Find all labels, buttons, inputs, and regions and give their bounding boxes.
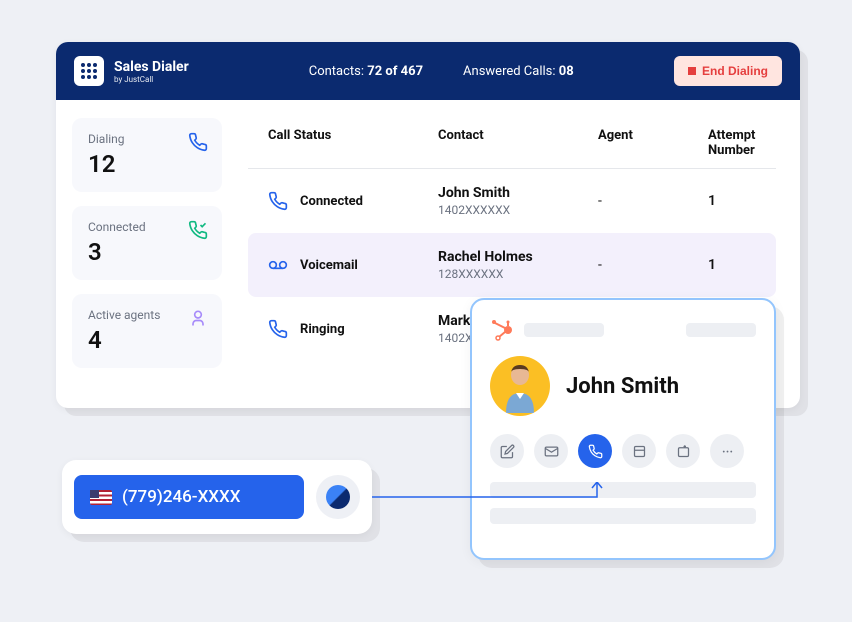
- brand-sub: by JustCall: [114, 75, 189, 84]
- contact-name: Rachel Holmes: [438, 249, 598, 265]
- connector-arrow: [372, 482, 612, 532]
- stat-card-dialing[interactable]: Dialing 12: [72, 118, 222, 192]
- contact-number: 128XXXXXX: [438, 267, 598, 281]
- agent-cell: -: [598, 257, 708, 273]
- edit-button[interactable]: [490, 434, 524, 468]
- attempt-cell: 1: [708, 193, 756, 209]
- status-text: Voicemail: [300, 258, 358, 273]
- voicemail-icon: [268, 255, 288, 275]
- hubspot-icon: [490, 318, 514, 342]
- swirl-icon: [326, 485, 350, 509]
- note-button[interactable]: [622, 434, 656, 468]
- phone-icon: [188, 132, 208, 152]
- agent-cell: -: [598, 193, 708, 209]
- answered-value: 08: [559, 64, 574, 79]
- contact-name: John Smith: [566, 374, 679, 399]
- table-header: Call Status Contact Agent Attempt Number: [248, 118, 776, 169]
- status-text: Ringing: [300, 322, 345, 337]
- col-header-contact: Contact: [438, 128, 598, 158]
- phone-number-card: (779)246-XXXX: [62, 460, 372, 534]
- us-flag-icon: [90, 490, 112, 505]
- answered-label: Answered Calls:: [463, 64, 555, 79]
- status-text: Connected: [300, 194, 363, 209]
- phone-number: (779)246-XXXX: [122, 487, 241, 507]
- stat-value: 3: [88, 238, 206, 266]
- stat-value: 12: [88, 150, 206, 178]
- attempt-cell: 1: [708, 257, 756, 273]
- table-row[interactable]: Voicemail Rachel Holmes 128XXXXXX - 1: [248, 233, 776, 297]
- brand-name: Sales Dialer: [114, 59, 189, 75]
- dialer-avatar[interactable]: [316, 475, 360, 519]
- col-header-status: Call Status: [268, 128, 438, 158]
- logo: Sales Dialer by JustCall: [74, 56, 189, 86]
- table-row[interactable]: Connected John Smith 1402XXXXXX - 1: [248, 169, 776, 233]
- add-button[interactable]: [666, 434, 700, 468]
- phone-icon: [268, 319, 288, 339]
- header-bar: Sales Dialer by JustCall Contacts: 72 of…: [56, 42, 800, 100]
- contact-name: John Smith: [438, 185, 598, 201]
- sidebar: Dialing 12 Connected 3 Active agents 4: [56, 100, 238, 408]
- stat-card-agents[interactable]: Active agents 4: [72, 294, 222, 368]
- placeholder: [686, 323, 756, 337]
- email-button[interactable]: [534, 434, 568, 468]
- stat-value: 4: [88, 326, 206, 354]
- contacts-label: Contacts:: [309, 64, 364, 79]
- logo-icon: [74, 56, 104, 86]
- action-buttons: [490, 434, 756, 468]
- header-stats: Contacts: 72 of 467 Answered Calls: 08: [309, 64, 574, 79]
- phone-icon: [268, 191, 288, 211]
- contact-number: 1402XXXXXX: [438, 203, 598, 217]
- phone-number-pill[interactable]: (779)246-XXXX: [74, 475, 304, 519]
- stop-icon: [688, 67, 696, 75]
- col-header-agent: Agent: [598, 128, 708, 158]
- end-dialing-button[interactable]: End Dialing: [674, 56, 782, 86]
- user-icon: [188, 308, 208, 328]
- more-button[interactable]: [710, 434, 744, 468]
- end-dialing-label: End Dialing: [702, 64, 768, 78]
- call-button[interactable]: [578, 434, 612, 468]
- col-header-attempt: Attempt Number: [708, 128, 756, 158]
- placeholder: [524, 323, 604, 337]
- stat-card-connected[interactable]: Connected 3: [72, 206, 222, 280]
- avatar: [490, 356, 550, 416]
- contacts-value: 72 of 467: [367, 64, 423, 79]
- phone-check-icon: [188, 220, 208, 240]
